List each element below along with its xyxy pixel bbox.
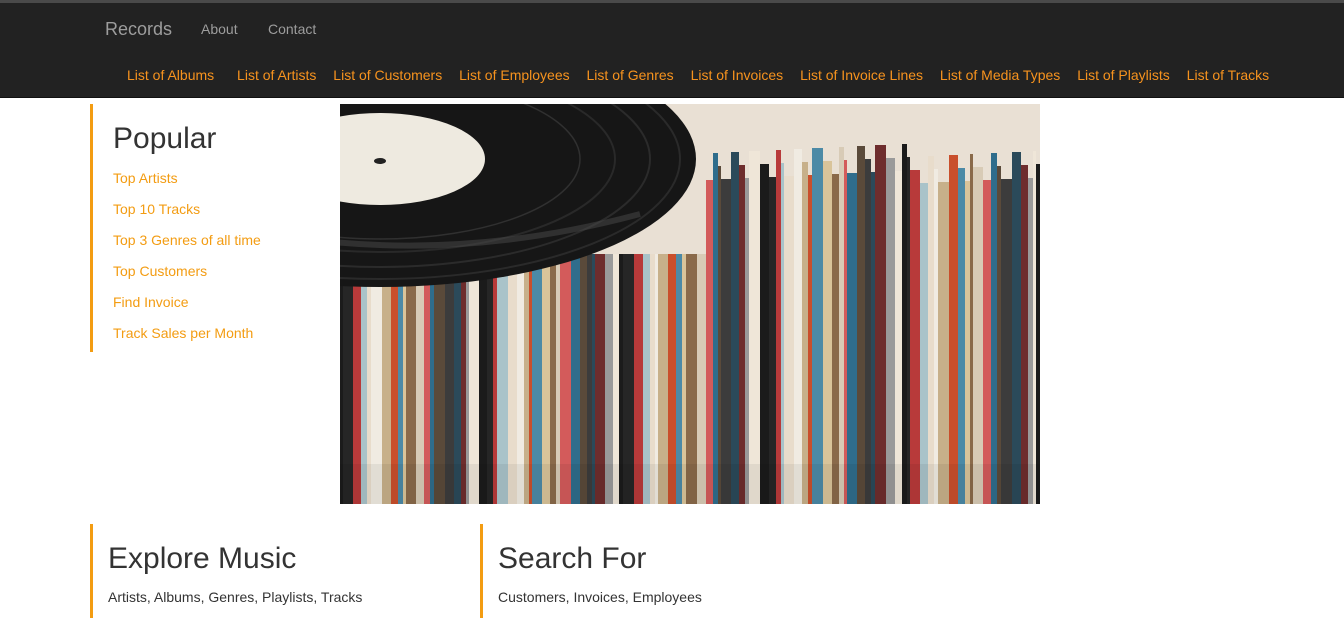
top-customers-link[interactable]: Top Customers [113, 263, 207, 279]
list-genres-link[interactable]: List of Genres [587, 67, 674, 83]
list-playlists-link[interactable]: List of Playlists [1077, 67, 1170, 83]
explore-title: Explore Music [108, 542, 297, 575]
hero-image [340, 104, 1040, 504]
popular-panel: Popular Top Artists Top 10 Tracks Top 3 … [90, 104, 323, 352]
list-albums-link[interactable]: List of Albums [127, 67, 214, 83]
explore-panel: Explore Music Artists, Albums, Genres, P… [90, 524, 453, 618]
find-invoice-link[interactable]: Find Invoice [113, 294, 188, 310]
list-nav: List of Albums List of Artists List of C… [120, 67, 1275, 83]
list-media-types-link[interactable]: List of Media Types [940, 67, 1060, 83]
list-customers-link[interactable]: List of Customers [333, 67, 442, 83]
top-10-tracks-link[interactable]: Top 10 Tracks [113, 201, 200, 217]
list-invoices-link[interactable]: List of Invoices [691, 67, 784, 83]
list-tracks-link[interactable]: List of Tracks [1187, 67, 1269, 83]
list-employees-link[interactable]: List of Employees [459, 67, 570, 83]
popular-title: Popular [113, 122, 217, 155]
search-title: Search For [498, 542, 647, 575]
explore-text: Artists, Albums, Genres, Playlists, Trac… [108, 589, 363, 605]
list-invoice-lines-link[interactable]: List of Invoice Lines [800, 67, 923, 83]
search-text: Customers, Invoices, Employees [498, 589, 702, 605]
nav-about-link[interactable]: About [201, 21, 238, 37]
track-sales-link[interactable]: Track Sales per Month [113, 325, 253, 341]
brand-link[interactable]: Records [105, 19, 172, 40]
search-panel: Search For Customers, Invoices, Employee… [480, 524, 903, 618]
top-artists-link[interactable]: Top Artists [113, 170, 178, 186]
list-artists-link[interactable]: List of Artists [237, 67, 316, 83]
navbar: Records About Contact List of Albums Lis… [0, 3, 1344, 98]
top-3-genres-link[interactable]: Top 3 Genres of all time [113, 232, 261, 248]
nav-contact-link[interactable]: Contact [268, 21, 316, 37]
